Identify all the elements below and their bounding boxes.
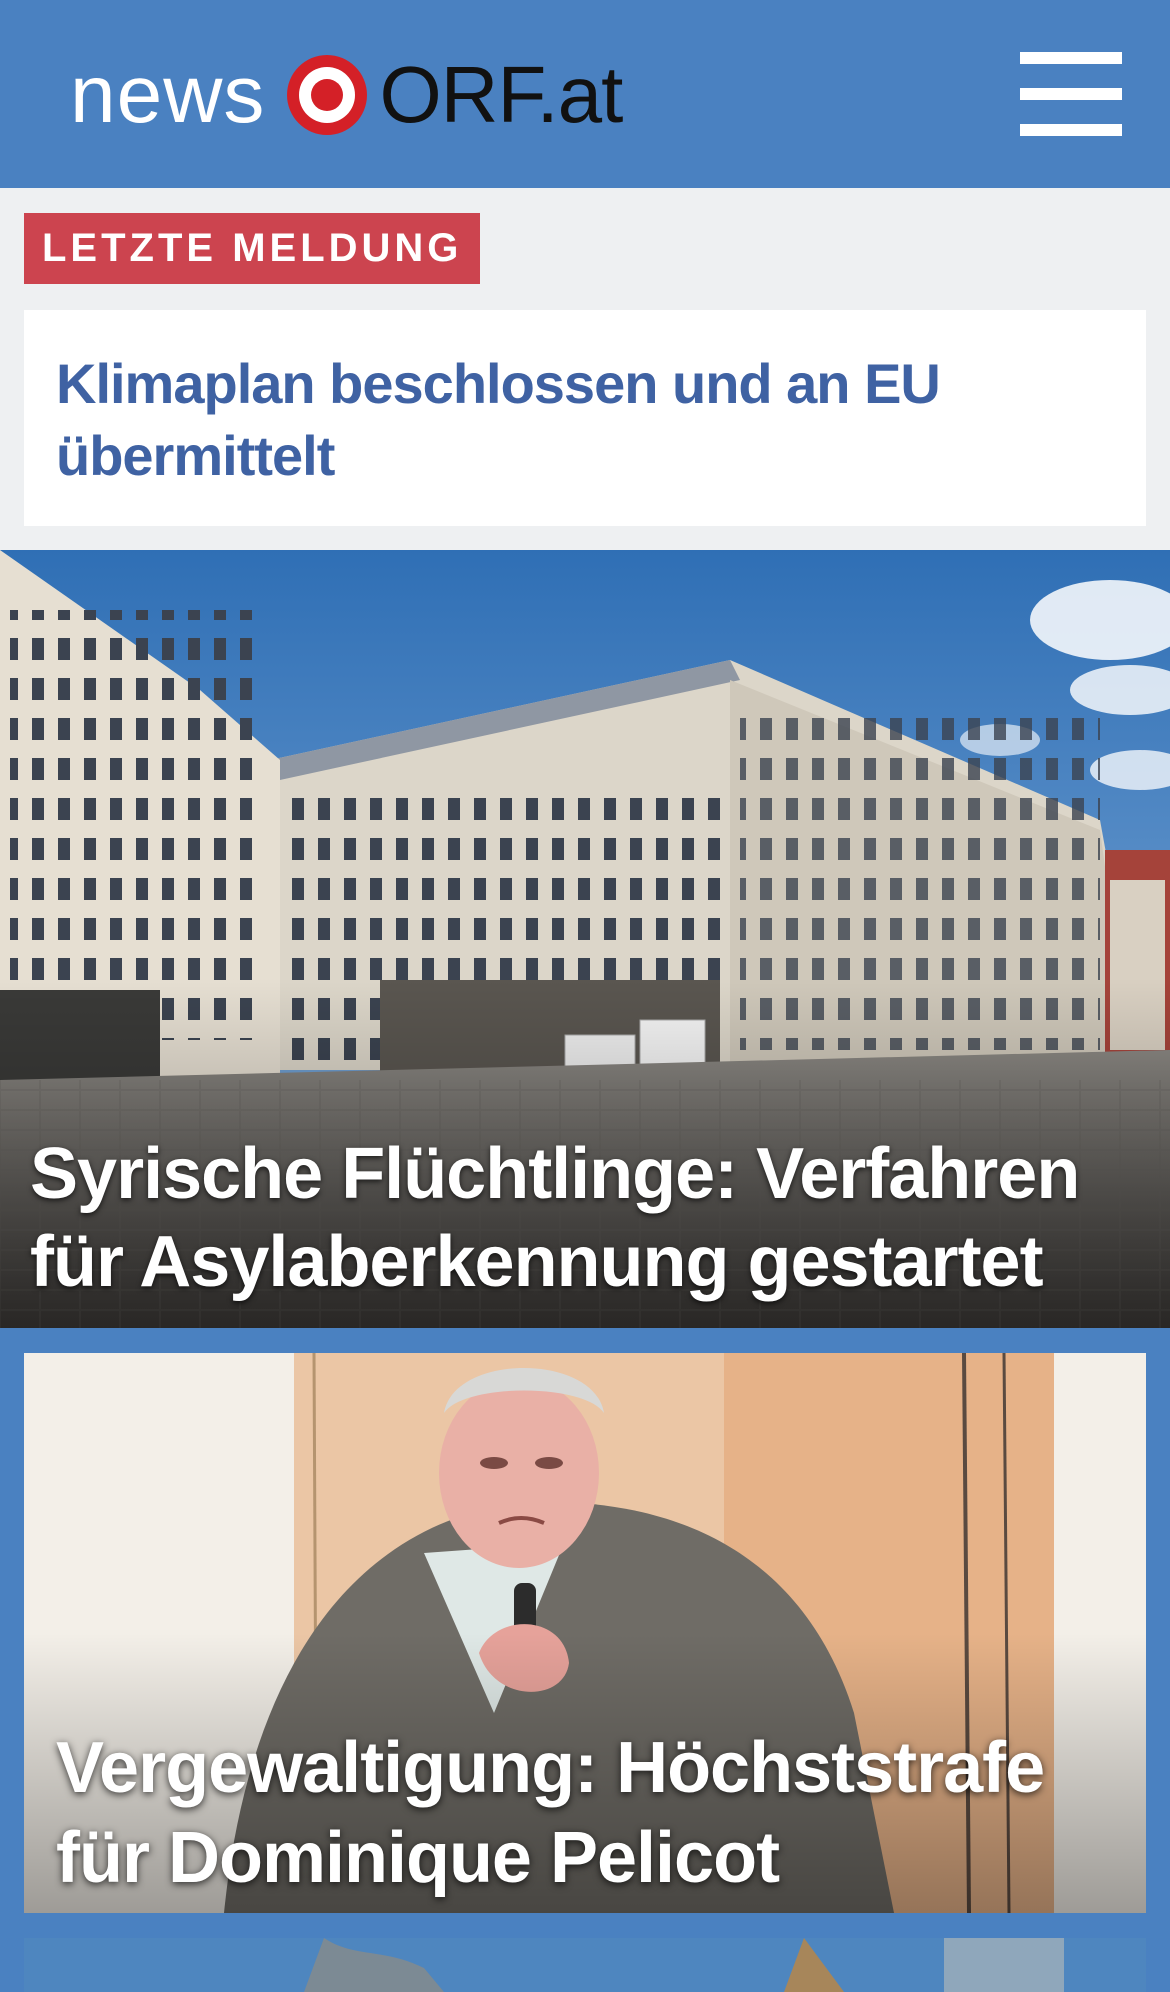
- story-card-pelicot[interactable]: Vergewaltigung: Höchststrafe für Dominiq…: [24, 1353, 1146, 1913]
- breaking-news-section: LETZTE MELDUNG Klimaplan beschlossen und…: [0, 188, 1170, 550]
- story-headline[interactable]: Syrische Flüchtlinge: Verfahren für Asyl…: [30, 1130, 1140, 1306]
- breaking-badge: LETZTE MELDUNG: [24, 213, 481, 284]
- app-header: news ORF.at: [0, 0, 1170, 188]
- news-orf-logo[interactable]: news ORF.at: [70, 40, 623, 150]
- hamburger-menu-icon[interactable]: [1020, 52, 1122, 136]
- logo-orf-text: ORF.at: [379, 50, 623, 139]
- logo-news-text: news: [70, 49, 266, 140]
- orf-eye-logo-icon: [287, 55, 368, 135]
- story-headline[interactable]: Vergewaltigung: Höchststrafe für Dominiq…: [56, 1723, 1126, 1903]
- menu-bar: [1020, 52, 1122, 64]
- menu-bar: [1020, 124, 1122, 136]
- story-card-syria[interactable]: Syrische Flüchtlinge: Verfahren für Asyl…: [0, 550, 1170, 1328]
- menu-bar: [1020, 88, 1122, 100]
- story-card-partial[interactable]: [24, 1938, 1146, 1992]
- breaking-headline[interactable]: Klimaplan beschlossen und an EU übermitt…: [56, 348, 1114, 492]
- breaking-news-card[interactable]: Klimaplan beschlossen und an EU übermitt…: [24, 310, 1146, 526]
- partial-photo: [24, 1938, 1146, 1992]
